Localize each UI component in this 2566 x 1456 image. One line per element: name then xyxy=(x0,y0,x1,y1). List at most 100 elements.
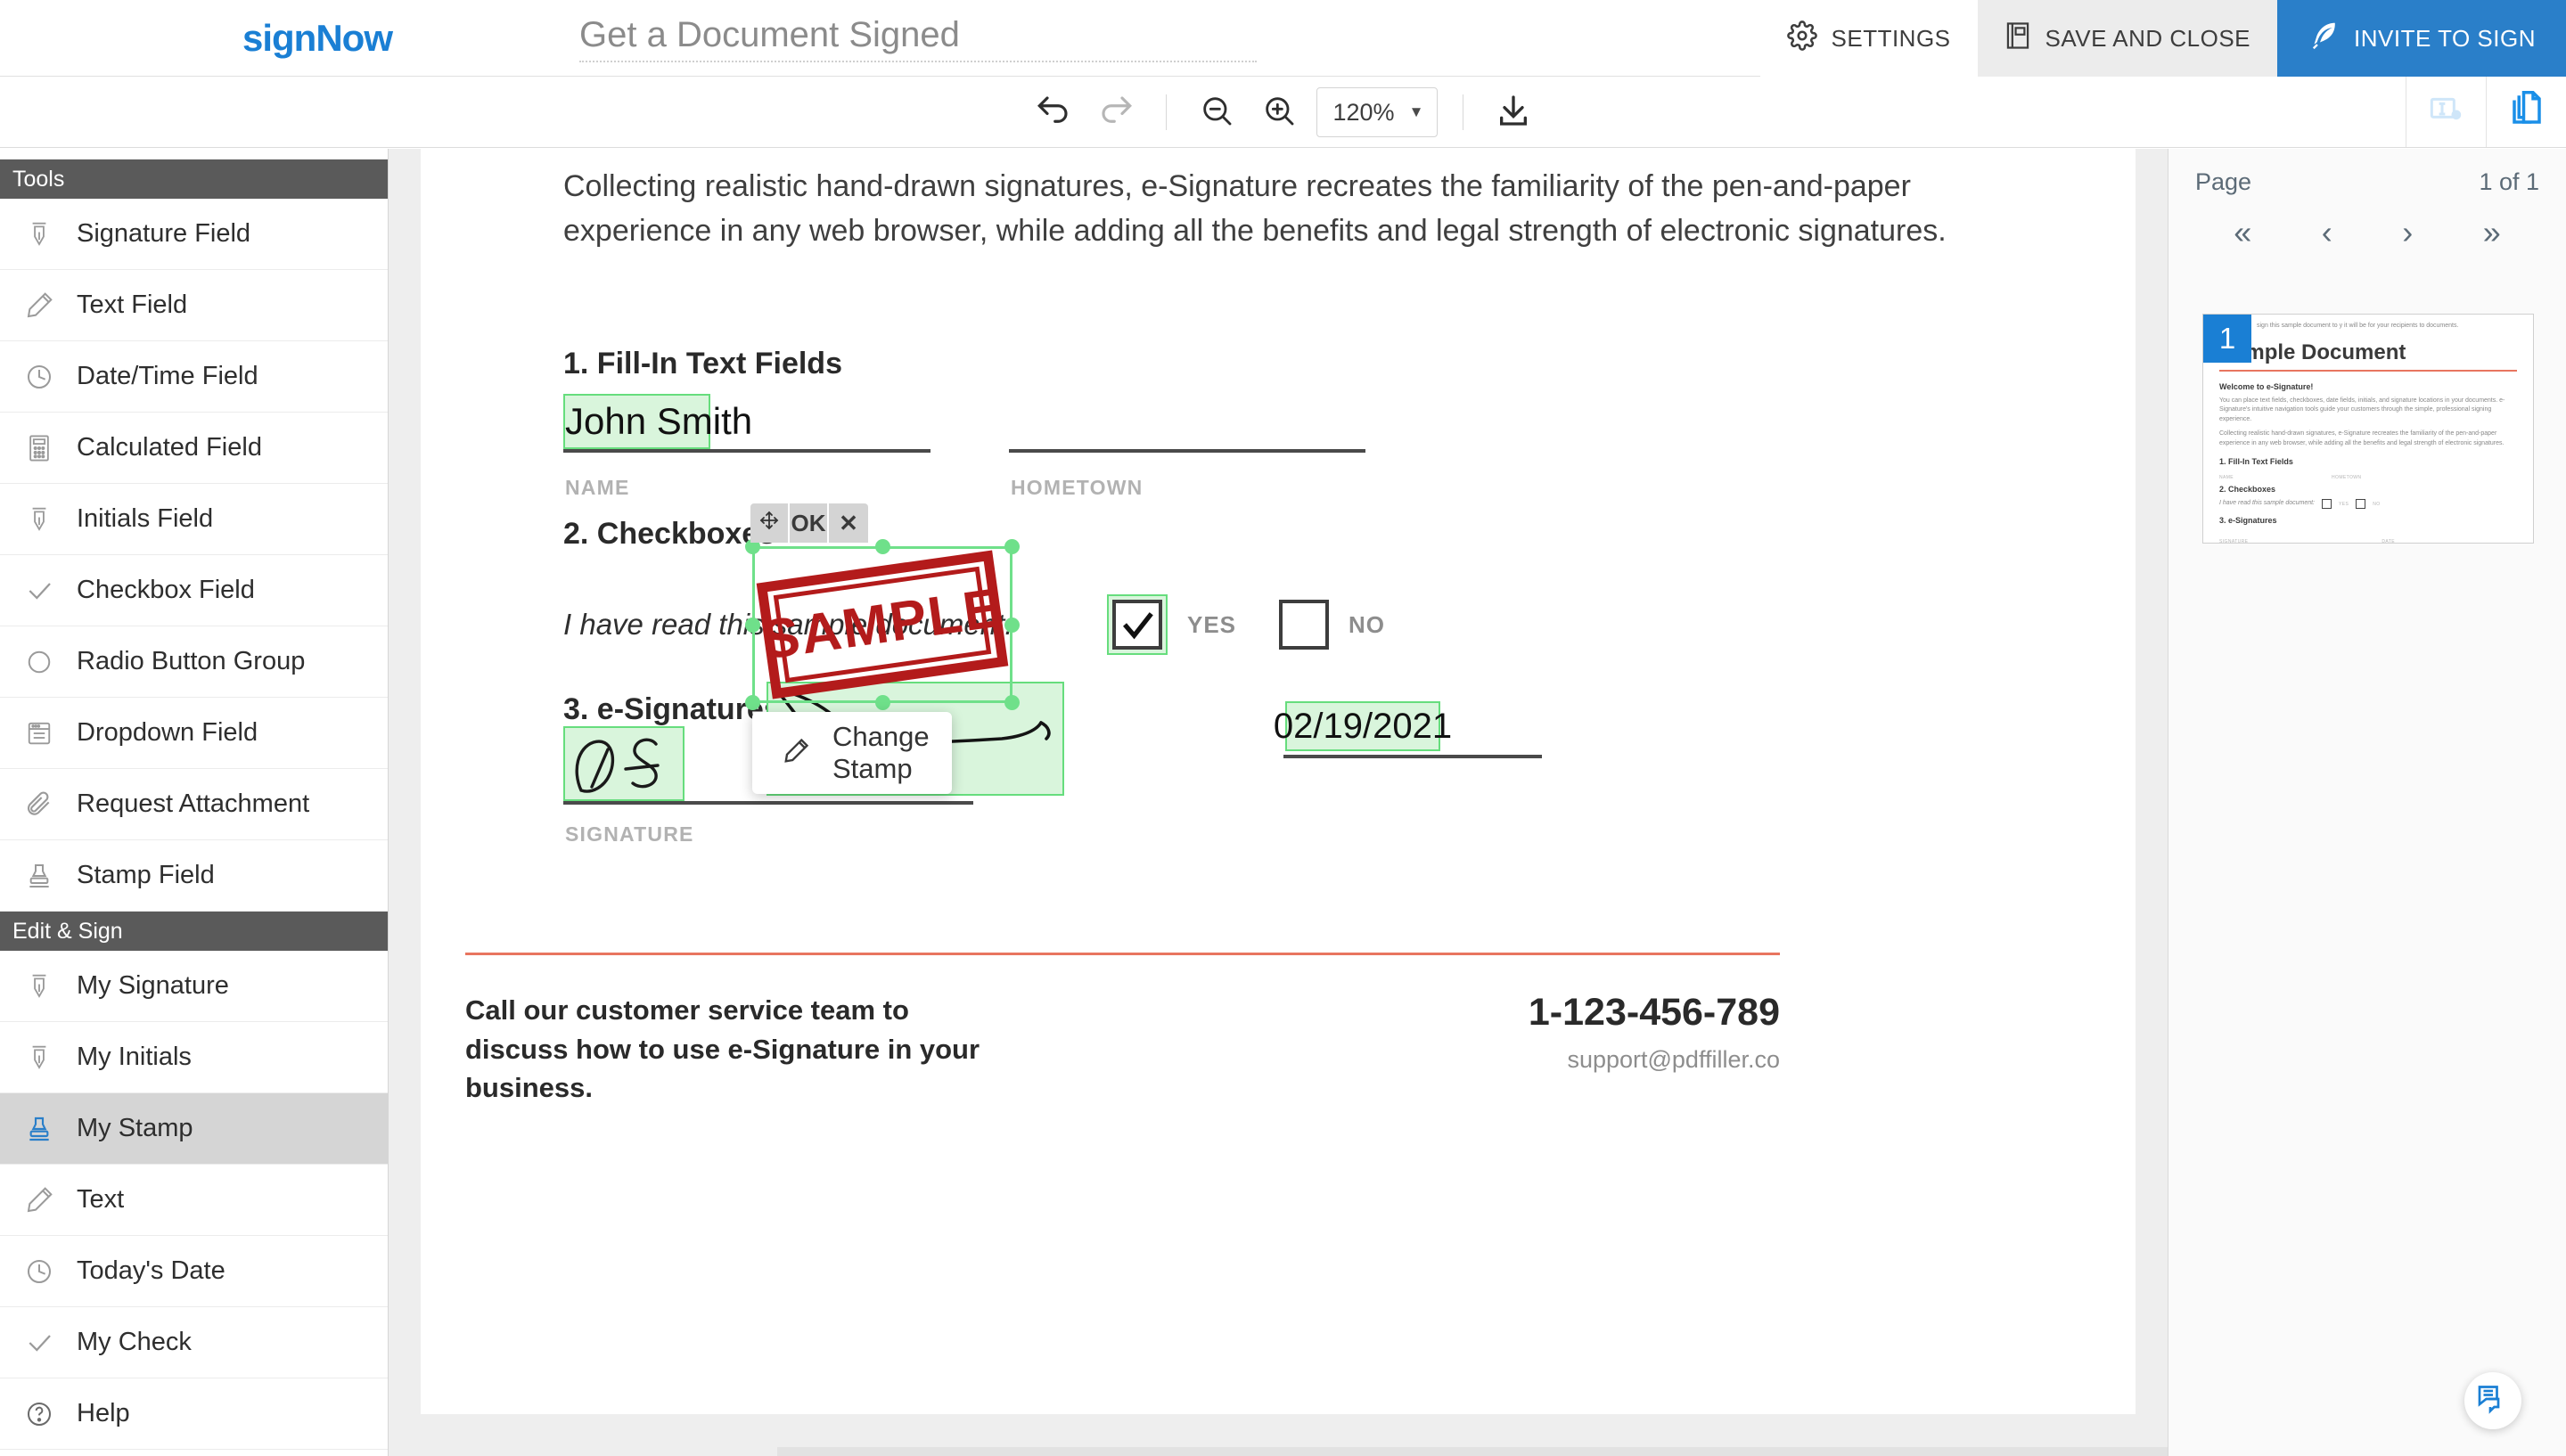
initials-field[interactable] xyxy=(563,726,685,802)
sidebar-label: My Check xyxy=(77,1328,192,1356)
thumbnail-para-1: You can place text fields, checkboxes, d… xyxy=(2219,397,2505,422)
stamp-close-button[interactable]: ✕ xyxy=(829,503,868,543)
invite-to-sign-button[interactable]: INVITE TO SIGN xyxy=(2277,0,2566,77)
sidebar-item-text-field[interactable]: Text Field xyxy=(0,270,388,341)
document-title-field[interactable]: Get a Document Signed xyxy=(579,0,1257,77)
settings-button[interactable]: SETTINGS xyxy=(1759,0,1978,77)
initials-drawing xyxy=(575,738,660,793)
stamp-object[interactable]: SAMPLE OK ✕ Change Stamp xyxy=(745,503,1020,794)
resize-handle-w[interactable] xyxy=(745,618,760,633)
comments-icon xyxy=(2477,1383,2509,1419)
pages-button[interactable] xyxy=(2486,77,2566,147)
date-value: 02/19/2021 xyxy=(1273,706,1453,746)
section-1-heading: 1. Fill-In Text Fields xyxy=(563,347,842,381)
undo-button[interactable] xyxy=(1029,87,1078,137)
sidebar-item-request-attachment[interactable]: Request Attachment xyxy=(0,769,388,840)
pages-panel: Page 1 of 1 « ‹ › » 1 sign this sample d… xyxy=(2168,149,2566,1456)
dropdown-icon xyxy=(21,720,57,747)
zoom-in-button[interactable] xyxy=(1254,87,1304,137)
circle-icon xyxy=(21,649,57,675)
resize-handle-se[interactable] xyxy=(1004,695,1020,710)
sidebar-label: Help xyxy=(77,1399,130,1427)
sidebar-scroll-cap xyxy=(0,149,388,160)
sidebar-label: Initials Field xyxy=(77,504,214,533)
zoom-out-button[interactable] xyxy=(1192,87,1242,137)
thumbnail-yes: YES xyxy=(2339,501,2349,507)
resize-handle-ne[interactable] xyxy=(1004,539,1020,554)
sidebar-section-edit-sign: Edit & Sign xyxy=(0,912,388,951)
footer-text: Call our customer service team to discus… xyxy=(465,994,980,1104)
sidebar-item-dropdown-field[interactable]: Dropdown Field xyxy=(0,698,388,769)
sidebar-item-radio-button-group[interactable]: Radio Button Group xyxy=(0,626,388,698)
document-page: Collecting realistic hand-drawn signatur… xyxy=(421,149,2136,1414)
thumbnail-s1: 1. Fill-In Text Fields xyxy=(2219,457,2293,466)
sidebar-item-my-stamp[interactable]: My Stamp xyxy=(0,1093,388,1165)
sidebar-label: Signature Field xyxy=(77,219,251,248)
first-page-button[interactable]: « xyxy=(2234,214,2251,251)
fill-in-row: John Smith NAME HOMETOWN xyxy=(563,394,2007,501)
comments-button[interactable] xyxy=(2464,1372,2521,1429)
pen-nib-icon xyxy=(21,972,57,1001)
document-viewport[interactable]: Collecting realistic hand-drawn signatur… xyxy=(389,149,2168,1456)
footer-email: support@pdffiller.co xyxy=(1567,1046,1780,1074)
name-label: NAME xyxy=(565,476,630,500)
thumbnail-hometown-label: HOMETOWN xyxy=(2332,475,2362,480)
change-stamp-popup[interactable]: Change Stamp xyxy=(752,712,952,794)
sidebar-item-text[interactable]: Text xyxy=(0,1165,388,1236)
stamp-ok-button[interactable]: OK xyxy=(790,503,829,543)
resize-handle-s[interactable] xyxy=(875,695,890,710)
resize-handle-e[interactable] xyxy=(1004,618,1020,633)
sidebar-item-todays-date[interactable]: Today's Date xyxy=(0,1236,388,1307)
sidebar-item-my-check[interactable]: My Check xyxy=(0,1307,388,1378)
checkbox-yes[interactable] xyxy=(1107,594,1168,656)
pages-icon xyxy=(2508,91,2546,133)
redo-button[interactable] xyxy=(1091,87,1141,137)
stamp-icon xyxy=(21,1115,57,1143)
thumbnail-para-2: Collecting realistic hand-drawn signatur… xyxy=(2219,430,2505,446)
next-page-button[interactable]: › xyxy=(2402,214,2413,251)
sidebar-item-signature-field[interactable]: Signature Field xyxy=(0,199,388,270)
sidebar-label: My Stamp xyxy=(77,1114,193,1142)
stamp-icon xyxy=(21,862,57,890)
sidebar-label: Text Field xyxy=(77,290,188,319)
name-input-field[interactable]: John Smith xyxy=(563,394,752,450)
horizontal-scrollbar[interactable] xyxy=(777,1447,2168,1456)
chevron-down-icon: ▼ xyxy=(1408,103,1424,120)
sidebar-item-stamp-field[interactable]: Stamp Field xyxy=(0,840,388,912)
stamp-move-button[interactable] xyxy=(750,503,790,543)
save-and-close-button[interactable]: SAVE AND CLOSE xyxy=(1977,0,2278,77)
sidebar-item-initials-field[interactable]: Initials Field xyxy=(0,484,388,555)
check-icon xyxy=(21,1329,57,1357)
zoom-in-icon xyxy=(1261,93,1297,133)
checkbox-no-label: NO xyxy=(1349,610,1386,638)
last-page-button[interactable]: » xyxy=(2483,214,2501,251)
field-settings-icon xyxy=(2429,92,2464,132)
checkbox-no[interactable] xyxy=(1279,600,1330,650)
thumbnail-s3: 3. e-Signatures xyxy=(2219,516,2277,525)
invite-label: INVITE TO SIGN xyxy=(2354,24,2536,52)
document-title-text[interactable]: Get a Document Signed xyxy=(579,15,1257,62)
sidebar-item-checkbox-field[interactable]: Checkbox Field xyxy=(0,555,388,626)
sidebar-item-my-initials[interactable]: My Initials xyxy=(0,1022,388,1093)
name-underline xyxy=(563,449,930,454)
sidebar-item-help[interactable]: Help xyxy=(0,1378,388,1450)
sidebar-label: Radio Button Group xyxy=(77,647,306,675)
sidebar-section-tools: Tools xyxy=(0,160,388,199)
paperclip-icon xyxy=(21,790,57,819)
download-button[interactable] xyxy=(1488,87,1538,137)
sample-stamp-image: SAMPLE xyxy=(756,550,1009,699)
zoom-level-select[interactable]: 120% ▼ xyxy=(1316,87,1438,137)
sidebar-item-my-signature[interactable]: My Signature xyxy=(0,951,388,1022)
prev-page-button[interactable]: ‹ xyxy=(2322,214,2332,251)
sidebar-item-calculated-field[interactable]: Calculated Field xyxy=(0,413,388,484)
field-settings-button[interactable] xyxy=(2406,77,2486,147)
resize-handle-n[interactable] xyxy=(875,539,890,554)
resize-handle-sw[interactable] xyxy=(745,695,760,710)
sidebar-label: Stamp Field xyxy=(77,861,215,889)
date-field[interactable]: 02/19/2021 xyxy=(1274,701,1452,752)
pen-nib-icon xyxy=(21,1043,57,1072)
thumbnail-checkbox-yes xyxy=(2322,499,2332,509)
page-thumbnail[interactable]: 1 sign this sample document to y it will… xyxy=(2202,314,2534,544)
sidebar-item-datetime-field[interactable]: Date/Time Field xyxy=(0,341,388,413)
tools-sidebar: Tools Signature Field Text Field Date/Ti… xyxy=(0,149,389,1456)
